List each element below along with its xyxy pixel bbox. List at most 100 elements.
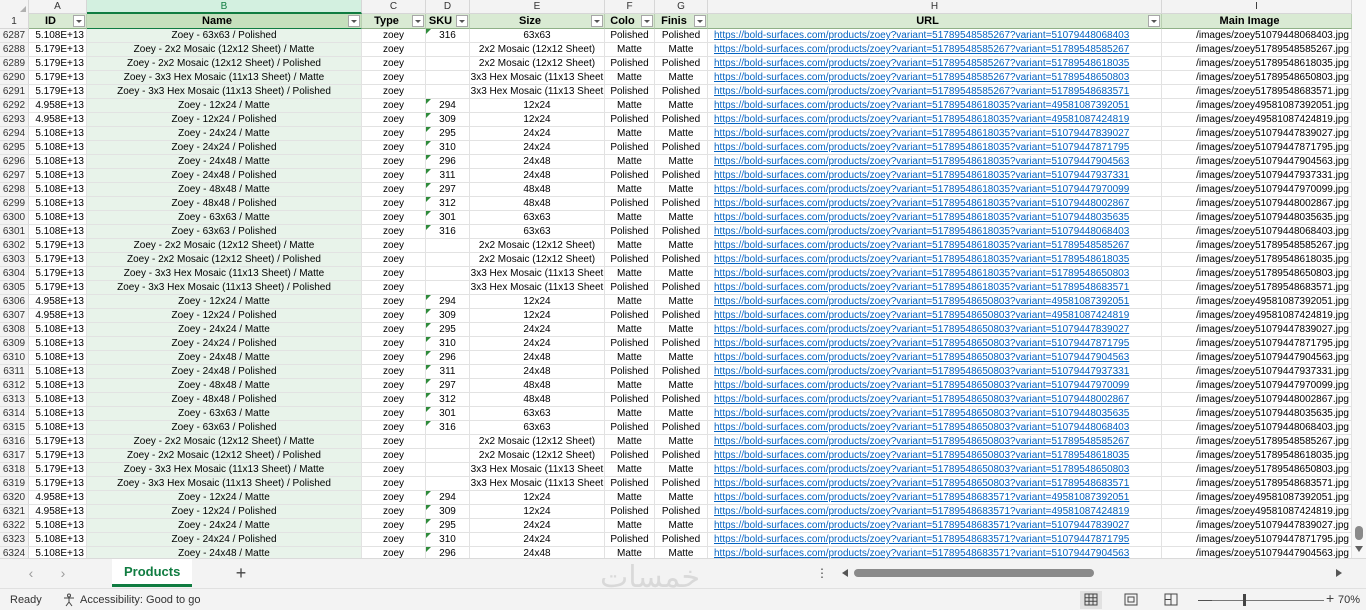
cell-finish[interactable]: Polished xyxy=(655,365,708,379)
url-link-cell[interactable]: https://bold-surfaces.com/products/zoey?… xyxy=(708,113,1162,127)
cell-id[interactable]: 5.179E+13 xyxy=(29,71,87,85)
cell-finish[interactable]: Matte xyxy=(655,379,708,393)
cell-name[interactable]: Zoey - 12x24 / Matte xyxy=(87,295,362,309)
cell-img[interactable]: /images/zoey49581087392051.jpg xyxy=(1162,491,1352,505)
number-as-text-warning-icon[interactable] xyxy=(426,407,431,412)
number-as-text-warning-icon[interactable] xyxy=(426,309,431,314)
cell-type[interactable]: zoey xyxy=(362,225,426,239)
number-as-text-warning-icon[interactable] xyxy=(426,421,431,426)
cell-sku[interactable]: 296 xyxy=(426,155,470,169)
number-as-text-warning-icon[interactable] xyxy=(426,295,431,300)
cell-finish[interactable]: Matte xyxy=(655,99,708,113)
cell-color[interactable]: Polished xyxy=(605,533,655,547)
cell-id[interactable]: 5.179E+13 xyxy=(29,281,87,295)
number-as-text-warning-icon[interactable] xyxy=(426,127,431,132)
cell-finish[interactable]: Matte xyxy=(655,43,708,57)
cell-sku[interactable]: 295 xyxy=(426,323,470,337)
cell-img[interactable]: /images/zoey49581087392051.jpg xyxy=(1162,295,1352,309)
cell-img[interactable]: /images/zoey51079447904563.jpg xyxy=(1162,547,1352,558)
cell-type[interactable]: zoey xyxy=(362,365,426,379)
cell-img[interactable]: /images/zoey51079447937331.jpg xyxy=(1162,169,1352,183)
cell-name[interactable]: Zoey - 12x24 / Polished xyxy=(87,505,362,519)
cell-type[interactable]: zoey xyxy=(362,337,426,351)
cell-name[interactable]: Zoey - 24x48 / Polished xyxy=(87,365,362,379)
column-letter-c[interactable]: C xyxy=(362,0,426,14)
filter-dropdown-icon[interactable] xyxy=(1148,15,1160,27)
cell-img[interactable]: /images/zoey51079448035635.jpg xyxy=(1162,211,1352,225)
cell-size[interactable]: 12x24 xyxy=(470,309,605,323)
row-number[interactable]: 6299 xyxy=(0,197,29,211)
cell-type[interactable]: zoey xyxy=(362,477,426,491)
row-number[interactable]: 6296 xyxy=(0,155,29,169)
cell-type[interactable]: zoey xyxy=(362,463,426,477)
cell-img[interactable]: /images/zoey51789548585267.jpg xyxy=(1162,43,1352,57)
cell-img[interactable]: /images/zoey51079447871795.jpg xyxy=(1162,337,1352,351)
cell-finish[interactable]: Polished xyxy=(655,113,708,127)
cell-color[interactable]: Polished xyxy=(605,197,655,211)
cell-finish[interactable]: Matte xyxy=(655,351,708,365)
cell-img[interactable]: /images/zoey51079448002867.jpg xyxy=(1162,393,1352,407)
cell-sku[interactable]: 310 xyxy=(426,533,470,547)
filter-dropdown-icon[interactable] xyxy=(456,15,468,27)
row-number[interactable]: 6317 xyxy=(0,449,29,463)
cell-sku[interactable]: 294 xyxy=(426,491,470,505)
cell-sku[interactable]: 309 xyxy=(426,113,470,127)
cell-name[interactable]: Zoey - 12x24 / Polished xyxy=(87,113,362,127)
filter-dropdown-icon[interactable] xyxy=(412,15,424,27)
row-number[interactable]: 6288 xyxy=(0,43,29,57)
column-letter-f[interactable]: F xyxy=(605,0,655,14)
cell-name[interactable]: Zoey - 12x24 / Matte xyxy=(87,99,362,113)
cell-name[interactable]: Zoey - 3x3 Hex Mosaic (11x13 Sheet) / Po… xyxy=(87,281,362,295)
cell-img[interactable]: /images/zoey51079447839027.jpg xyxy=(1162,127,1352,141)
url-link-cell[interactable]: https://bold-surfaces.com/products/zoey?… xyxy=(708,141,1162,155)
url-link-cell[interactable]: https://bold-surfaces.com/products/zoey?… xyxy=(708,407,1162,421)
cell-type[interactable]: zoey xyxy=(362,253,426,267)
row-number[interactable]: 6321 xyxy=(0,505,29,519)
cell-finish[interactable]: Polished xyxy=(655,85,708,99)
cell-size[interactable]: 3x3 Hex Mosaic (11x13 Sheet xyxy=(470,85,605,99)
cell-color[interactable]: Matte xyxy=(605,71,655,85)
cell-sku[interactable]: 295 xyxy=(426,519,470,533)
cell-img[interactable]: /images/zoey51789548683571.jpg xyxy=(1162,477,1352,491)
add-sheet-button[interactable]: + xyxy=(232,563,250,583)
cell-color[interactable]: Polished xyxy=(605,421,655,435)
column-letter-e[interactable]: E xyxy=(470,0,605,14)
cell-finish[interactable]: Polished xyxy=(655,281,708,295)
column-letter-d[interactable]: D xyxy=(426,0,470,14)
row-number[interactable]: 6314 xyxy=(0,407,29,421)
url-link-cell[interactable]: https://bold-surfaces.com/products/zoey?… xyxy=(708,379,1162,393)
cell-type[interactable]: zoey xyxy=(362,323,426,337)
normal-view-button[interactable] xyxy=(1080,591,1102,609)
row-number[interactable]: 6307 xyxy=(0,309,29,323)
cell-name[interactable]: Zoey - 24x24 / Matte xyxy=(87,519,362,533)
cell-id[interactable]: 5.108E+13 xyxy=(29,197,87,211)
number-as-text-warning-icon[interactable] xyxy=(426,183,431,188)
cell-name[interactable]: Zoey - 12x24 / Polished xyxy=(87,309,362,323)
cell-color[interactable]: Matte xyxy=(605,547,655,558)
cell-id[interactable]: 5.108E+13 xyxy=(29,421,87,435)
cell-size[interactable]: 63x63 xyxy=(470,211,605,225)
url-link-cell[interactable]: https://bold-surfaces.com/products/zoey?… xyxy=(708,183,1162,197)
cell-type[interactable]: zoey xyxy=(362,351,426,365)
url-link-cell[interactable]: https://bold-surfaces.com/products/zoey?… xyxy=(708,393,1162,407)
url-link-cell[interactable]: https://bold-surfaces.com/products/zoey?… xyxy=(708,225,1162,239)
cell-size[interactable]: 48x48 xyxy=(470,183,605,197)
cell-color[interactable]: Polished xyxy=(605,365,655,379)
cell-size[interactable]: 12x24 xyxy=(470,505,605,519)
cell-img[interactable]: /images/zoey51789548650803.jpg xyxy=(1162,463,1352,477)
url-link-cell[interactable]: https://bold-surfaces.com/products/zoey?… xyxy=(708,281,1162,295)
cell-name[interactable]: Zoey - 3x3 Hex Mosaic (11x13 Sheet) / Po… xyxy=(87,85,362,99)
url-link-cell[interactable]: https://bold-surfaces.com/products/zoey?… xyxy=(708,211,1162,225)
cell-name[interactable]: Zoey - 24x48 / Polished xyxy=(87,169,362,183)
cell-name[interactable]: Zoey - 24x48 / Matte xyxy=(87,351,362,365)
cell-img[interactable]: /images/zoey51789548618035.jpg xyxy=(1162,253,1352,267)
cell-id[interactable]: 5.108E+13 xyxy=(29,323,87,337)
cell-finish[interactable]: Polished xyxy=(655,337,708,351)
cell-size[interactable]: 2x2 Mosaic (12x12 Sheet) xyxy=(470,435,605,449)
row-number[interactable]: 6316 xyxy=(0,435,29,449)
cell-sku[interactable]: 296 xyxy=(426,547,470,558)
filter-dropdown-icon[interactable] xyxy=(694,15,706,27)
number-as-text-warning-icon[interactable] xyxy=(426,29,431,34)
cell-name[interactable]: Zoey - 24x24 / Matte xyxy=(87,127,362,141)
filter-dropdown-icon[interactable] xyxy=(73,15,85,27)
